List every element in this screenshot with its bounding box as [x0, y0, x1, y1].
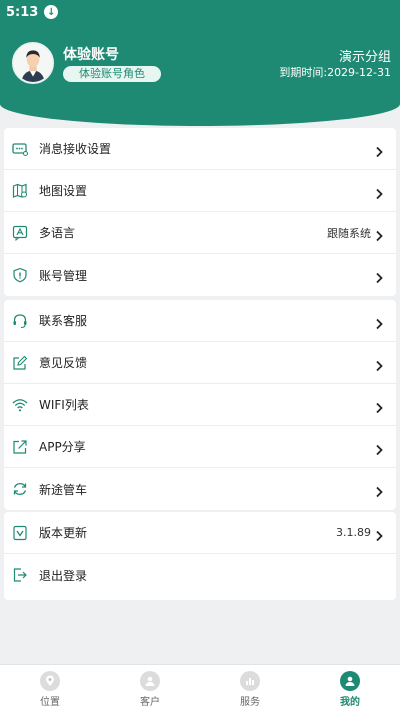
profile-header: 体验账号 体验账号角色 演示分组 到期时间:2029-12-31: [0, 24, 400, 126]
location-icon: [40, 671, 60, 691]
menu-item-language[interactable]: 多语言 跟随系统: [4, 212, 396, 254]
edit-icon: [12, 355, 28, 371]
menu-label: 地图设置: [39, 184, 88, 198]
chevron-right-icon: [374, 441, 384, 456]
menu-item-feedback[interactable]: 意见反馈: [4, 342, 396, 384]
menu-label: WIFI列表: [39, 398, 89, 412]
map-settings-icon: [12, 183, 28, 199]
menu-label: 联系客服: [39, 314, 88, 328]
role-badge: 体验账号角色: [63, 66, 161, 82]
language-icon: [12, 225, 28, 241]
menu-label: 多语言: [39, 226, 76, 240]
chevron-right-icon: [374, 527, 384, 542]
chevron-right-icon: [374, 269, 384, 284]
language-value: 跟随系统: [327, 226, 371, 240]
menu-label: 消息接收设置: [39, 142, 112, 156]
menu-item-account-management[interactable]: 账号管理: [4, 254, 396, 296]
menu-label: 退出登录: [39, 568, 88, 583]
menu-item-message-settings[interactable]: 消息接收设置: [4, 128, 396, 170]
update-icon: [12, 525, 28, 541]
tab-label: 客户: [140, 697, 160, 708]
customer-icon: [140, 671, 160, 691]
status-bar: 5:13 ↓: [0, 0, 400, 24]
menu-item-app-share[interactable]: APP分享: [4, 426, 396, 468]
menu-label: APP分享: [39, 440, 86, 454]
wifi-icon: [12, 397, 28, 413]
menu-item-wifi-list[interactable]: WIFI列表: [4, 384, 396, 426]
chevron-right-icon: [374, 143, 384, 158]
chevron-right-icon: [374, 315, 384, 330]
chevron-right-icon: [374, 399, 384, 414]
tab-me[interactable]: 我的: [300, 665, 400, 711]
chevron-right-icon: [374, 227, 384, 242]
download-icon: ↓: [44, 5, 59, 19]
menu-label: 版本更新: [39, 526, 88, 540]
menu-label: 账号管理: [39, 268, 88, 283]
tab-label: 服务: [240, 697, 260, 708]
chevron-right-icon: [374, 483, 384, 498]
account-shield-icon: [12, 267, 28, 283]
settings-card: 消息接收设置 地图设置 多语言 跟随系统 账号管理: [4, 128, 396, 296]
menu-item-xintu-guanche[interactable]: 新途管车: [4, 468, 396, 510]
menu-item-contact-support[interactable]: 联系客服: [4, 300, 396, 342]
tab-service[interactable]: 服务: [200, 665, 300, 711]
bottom-tab-bar: 位置 客户 服务 我的: [0, 664, 400, 711]
menu-label: 新途管车: [39, 482, 88, 497]
refresh-icon: [12, 481, 28, 497]
chevron-right-icon: [374, 357, 384, 372]
system-card: 版本更新 3.1.89 退出登录: [4, 512, 396, 600]
menu-item-logout[interactable]: 退出登录: [4, 554, 396, 596]
support-card: 联系客服 意见反馈 WIFI列表 APP分享 新途管车: [4, 300, 396, 510]
me-icon: [340, 671, 360, 691]
tab-label: 我的: [340, 697, 360, 708]
version-value: 3.1.89: [336, 526, 371, 539]
expire-date: 到期时间:2029-12-31: [279, 66, 391, 79]
avatar[interactable]: [12, 42, 54, 84]
message-settings-icon: [12, 141, 28, 157]
status-time: 5:13: [6, 4, 39, 20]
tab-customer[interactable]: 客户: [100, 665, 200, 711]
menu-label: 意见反馈: [39, 356, 88, 370]
tab-label: 位置: [40, 697, 60, 708]
menu-item-map-settings[interactable]: 地图设置: [4, 170, 396, 212]
share-icon: [12, 439, 28, 455]
logout-icon: [12, 567, 28, 583]
group-name: 演示分组: [338, 50, 391, 65]
chevron-right-icon: [374, 185, 384, 200]
user-name: 体验账号: [63, 47, 119, 63]
menu-item-version-update[interactable]: 版本更新 3.1.89: [4, 512, 396, 554]
service-icon: [240, 671, 260, 691]
tab-location[interactable]: 位置: [0, 665, 100, 711]
headset-icon: [12, 313, 28, 329]
